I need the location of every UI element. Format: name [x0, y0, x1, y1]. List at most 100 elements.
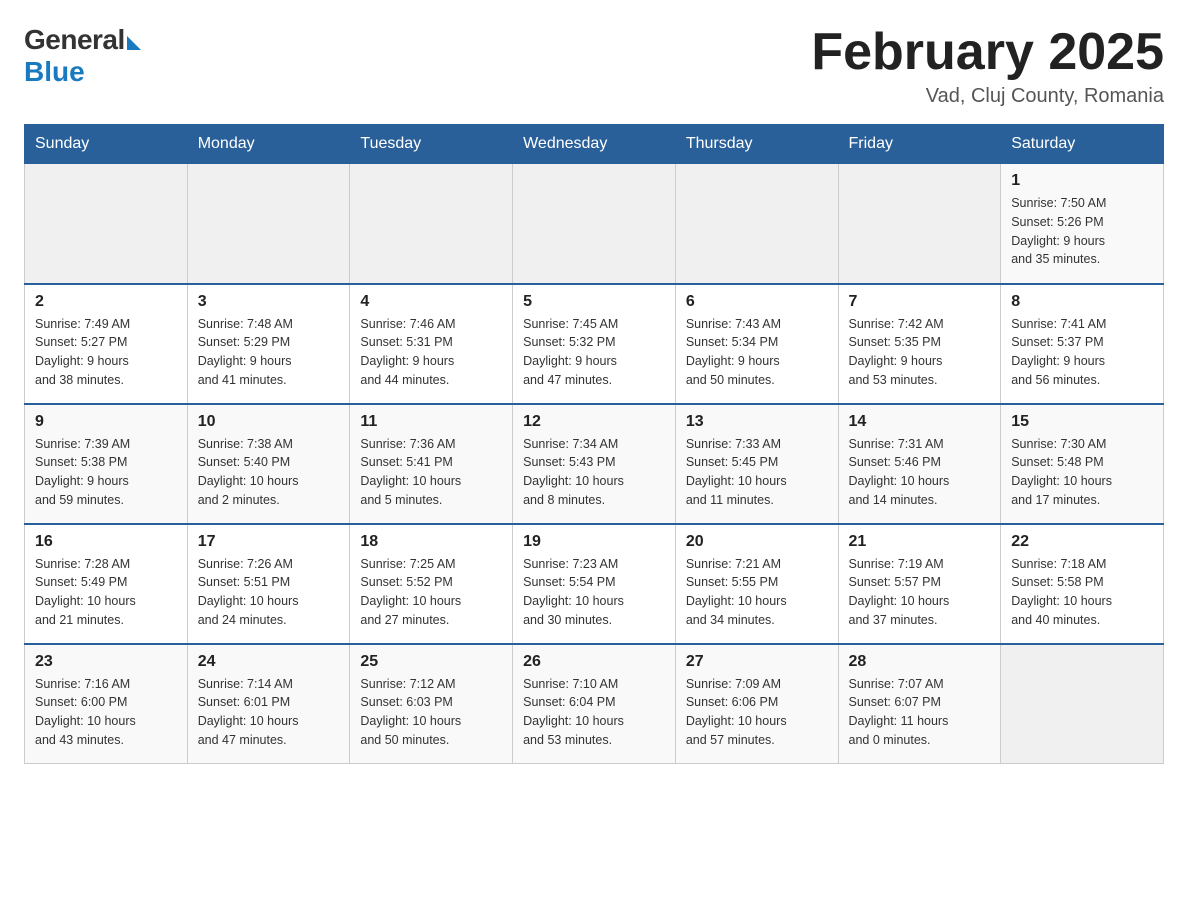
day-number: 2: [35, 293, 177, 311]
logo: General Blue: [24, 24, 141, 88]
day-number: 25: [360, 653, 502, 671]
day-info: Sunrise: 7:42 AM Sunset: 5:35 PM Dayligh…: [849, 315, 991, 390]
day-info: Sunrise: 7:50 AM Sunset: 5:26 PM Dayligh…: [1011, 194, 1153, 269]
day-number: 6: [686, 293, 828, 311]
day-number: 1: [1011, 172, 1153, 190]
calendar-cell: 9 Sunrise: 7:39 AM Sunset: 5:38 PM Daylig…: [25, 404, 188, 524]
calendar-cell: 10 Sunrise: 7:38 AM Sunset: 5:40 PM Dayli…: [187, 404, 350, 524]
day-info: Sunrise: 7:34 AM Sunset: 5:43 PM Dayligh…: [523, 435, 665, 510]
day-header-saturday: Saturday: [1001, 125, 1164, 164]
day-header-monday: Monday: [187, 125, 350, 164]
day-number: 10: [198, 413, 340, 431]
calendar-cell: [675, 164, 838, 284]
day-info: Sunrise: 7:09 AM Sunset: 6:06 PM Dayligh…: [686, 675, 828, 750]
day-info: Sunrise: 7:36 AM Sunset: 5:41 PM Dayligh…: [360, 435, 502, 510]
day-number: 7: [849, 293, 991, 311]
day-info: Sunrise: 7:26 AM Sunset: 5:51 PM Dayligh…: [198, 555, 340, 630]
day-info: Sunrise: 7:39 AM Sunset: 5:38 PM Dayligh…: [35, 435, 177, 510]
day-header-sunday: Sunday: [25, 125, 188, 164]
calendar-cell: [187, 164, 350, 284]
calendar-cell: [1001, 644, 1164, 764]
calendar-week-row: 2 Sunrise: 7:49 AM Sunset: 5:27 PM Daylig…: [25, 284, 1164, 404]
day-info: Sunrise: 7:43 AM Sunset: 5:34 PM Dayligh…: [686, 315, 828, 390]
day-number: 9: [35, 413, 177, 431]
day-info: Sunrise: 7:16 AM Sunset: 6:00 PM Dayligh…: [35, 675, 177, 750]
day-number: 26: [523, 653, 665, 671]
calendar-week-row: 16Sunrise: 7:28 AM Sunset: 5:49 PM Dayli…: [25, 524, 1164, 644]
day-header-thursday: Thursday: [675, 125, 838, 164]
calendar-cell: [25, 164, 188, 284]
day-info: Sunrise: 7:28 AM Sunset: 5:49 PM Dayligh…: [35, 555, 177, 630]
day-info: Sunrise: 7:14 AM Sunset: 6:01 PM Dayligh…: [198, 675, 340, 750]
day-number: 13: [686, 413, 828, 431]
day-header-tuesday: Tuesday: [350, 125, 513, 164]
calendar-cell: 25 Sunrise: 7:12 AM Sunset: 6:03 PM Dayli…: [350, 644, 513, 764]
calendar-cell: 2 Sunrise: 7:49 AM Sunset: 5:27 PM Daylig…: [25, 284, 188, 404]
calendar-cell: 6 Sunrise: 7:43 AM Sunset: 5:34 PM Daylig…: [675, 284, 838, 404]
day-info: Sunrise: 7:33 AM Sunset: 5:45 PM Dayligh…: [686, 435, 828, 510]
day-number: 20: [686, 533, 828, 551]
day-number: 24: [198, 653, 340, 671]
day-number: 23: [35, 653, 177, 671]
page-header: General Blue February 2025 Vad, Cluj Cou…: [24, 24, 1164, 108]
day-info: Sunrise: 7:31 AM Sunset: 5:46 PM Dayligh…: [849, 435, 991, 510]
calendar-cell: 23 Sunrise: 7:16 AM Sunset: 6:00 PM Dayli…: [25, 644, 188, 764]
day-info: Sunrise: 7:19 AM Sunset: 5:57 PM Dayligh…: [849, 555, 991, 630]
day-info: Sunrise: 7:21 AM Sunset: 5:55 PM Dayligh…: [686, 555, 828, 630]
calendar-cell: 12 Sunrise: 7:34 AM Sunset: 5:43 PM Dayli…: [513, 404, 676, 524]
day-header-friday: Friday: [838, 125, 1001, 164]
day-info: Sunrise: 7:10 AM Sunset: 6:04 PM Dayligh…: [523, 675, 665, 750]
day-info: Sunrise: 7:45 AM Sunset: 5:32 PM Dayligh…: [523, 315, 665, 390]
day-info: Sunrise: 7:46 AM Sunset: 5:31 PM Dayligh…: [360, 315, 502, 390]
calendar-week-row: 1 Sunrise: 7:50 AM Sunset: 5:26 PM Daylig…: [25, 164, 1164, 284]
calendar-cell: 4 Sunrise: 7:46 AM Sunset: 5:31 PM Daylig…: [350, 284, 513, 404]
calendar-cell: 11Sunrise: 7:36 AM Sunset: 5:41 PM Dayli…: [350, 404, 513, 524]
day-number: 14: [849, 413, 991, 431]
day-number: 15: [1011, 413, 1153, 431]
calendar-cell: 7 Sunrise: 7:42 AM Sunset: 5:35 PM Daylig…: [838, 284, 1001, 404]
day-number: 5: [523, 293, 665, 311]
day-info: Sunrise: 7:41 AM Sunset: 5:37 PM Dayligh…: [1011, 315, 1153, 390]
calendar-cell: 3 Sunrise: 7:48 AM Sunset: 5:29 PM Daylig…: [187, 284, 350, 404]
calendar-cell: 27 Sunrise: 7:09 AM Sunset: 6:06 PM Dayli…: [675, 644, 838, 764]
calendar-cell: 19Sunrise: 7:23 AM Sunset: 5:54 PM Dayli…: [513, 524, 676, 644]
calendar-cell: 24 Sunrise: 7:14 AM Sunset: 6:01 PM Dayli…: [187, 644, 350, 764]
calendar-cell: [838, 164, 1001, 284]
calendar-cell: 28Sunrise: 7:07 AM Sunset: 6:07 PM Dayli…: [838, 644, 1001, 764]
calendar-header-row: SundayMondayTuesdayWednesdayThursdayFrid…: [25, 125, 1164, 164]
calendar-cell: [350, 164, 513, 284]
calendar-cell: 5 Sunrise: 7:45 AM Sunset: 5:32 PM Daylig…: [513, 284, 676, 404]
calendar-cell: 21 Sunrise: 7:19 AM Sunset: 5:57 PM Dayli…: [838, 524, 1001, 644]
logo-arrow-icon: [127, 36, 141, 50]
day-info: Sunrise: 7:38 AM Sunset: 5:40 PM Dayligh…: [198, 435, 340, 510]
calendar-cell: 22 Sunrise: 7:18 AM Sunset: 5:58 PM Dayli…: [1001, 524, 1164, 644]
day-info: Sunrise: 7:49 AM Sunset: 5:27 PM Dayligh…: [35, 315, 177, 390]
title-section: February 2025 Vad, Cluj County, Romania: [811, 24, 1164, 108]
calendar-cell: 8 Sunrise: 7:41 AM Sunset: 5:37 PM Daylig…: [1001, 284, 1164, 404]
logo-blue-text: Blue: [24, 56, 85, 88]
day-info: Sunrise: 7:48 AM Sunset: 5:29 PM Dayligh…: [198, 315, 340, 390]
day-number: 12: [523, 413, 665, 431]
day-number: 8: [1011, 293, 1153, 311]
calendar-table: SundayMondayTuesdayWednesdayThursdayFrid…: [24, 124, 1164, 764]
day-info: Sunrise: 7:12 AM Sunset: 6:03 PM Dayligh…: [360, 675, 502, 750]
day-number: 4: [360, 293, 502, 311]
day-info: Sunrise: 7:30 AM Sunset: 5:48 PM Dayligh…: [1011, 435, 1153, 510]
calendar-cell: 1 Sunrise: 7:50 AM Sunset: 5:26 PM Daylig…: [1001, 164, 1164, 284]
day-number: 19: [523, 533, 665, 551]
day-header-wednesday: Wednesday: [513, 125, 676, 164]
calendar-cell: 15 Sunrise: 7:30 AM Sunset: 5:48 PM Dayli…: [1001, 404, 1164, 524]
calendar-cell: 18Sunrise: 7:25 AM Sunset: 5:52 PM Dayli…: [350, 524, 513, 644]
day-info: Sunrise: 7:18 AM Sunset: 5:58 PM Dayligh…: [1011, 555, 1153, 630]
calendar-cell: 16Sunrise: 7:28 AM Sunset: 5:49 PM Dayli…: [25, 524, 188, 644]
day-number: 22: [1011, 533, 1153, 551]
calendar-cell: 20 Sunrise: 7:21 AM Sunset: 5:55 PM Dayli…: [675, 524, 838, 644]
day-number: 27: [686, 653, 828, 671]
calendar-cell: 13 Sunrise: 7:33 AM Sunset: 5:45 PM Dayli…: [675, 404, 838, 524]
day-info: Sunrise: 7:25 AM Sunset: 5:52 PM Dayligh…: [360, 555, 502, 630]
day-number: 3: [198, 293, 340, 311]
day-number: 21: [849, 533, 991, 551]
calendar-week-row: 23 Sunrise: 7:16 AM Sunset: 6:00 PM Dayli…: [25, 644, 1164, 764]
calendar-cell: 14 Sunrise: 7:31 AM Sunset: 5:46 PM Dayli…: [838, 404, 1001, 524]
calendar-week-row: 9 Sunrise: 7:39 AM Sunset: 5:38 PM Daylig…: [25, 404, 1164, 524]
